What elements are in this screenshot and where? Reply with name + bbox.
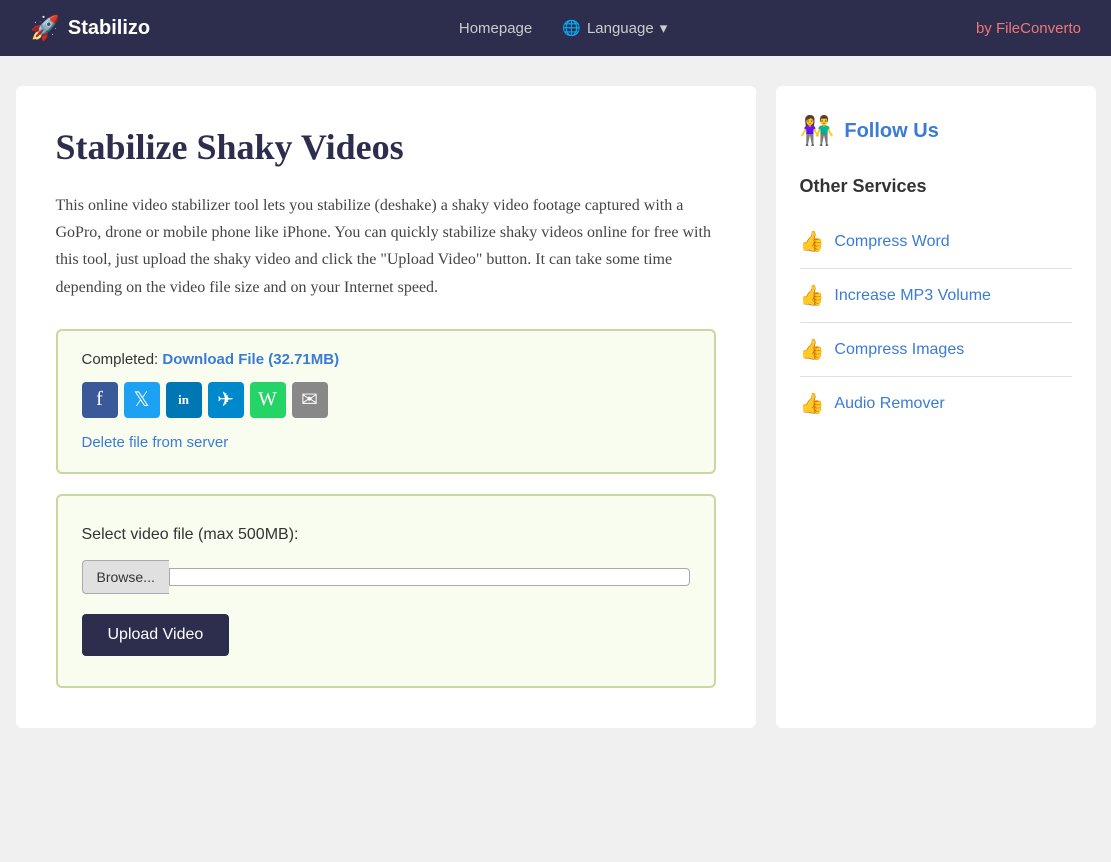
follow-us-link[interactable]: Follow Us: [844, 120, 938, 143]
linkedin-share-button[interactable]: in: [166, 382, 202, 418]
logo-text: Stabilizo: [68, 17, 150, 40]
compress-word-label: Compress Word: [834, 233, 949, 251]
service-compress-word[interactable]: 👍 Compress Word: [800, 215, 1072, 269]
delete-file-link[interactable]: Delete file from server: [82, 434, 229, 451]
whatsapp-icon: W: [258, 388, 277, 411]
completed-box: Completed: Download File (32.71MB) f 𝕏 i…: [56, 329, 716, 474]
completed-label: Completed: Download File (32.71MB): [82, 351, 690, 368]
file-name-display: [169, 568, 690, 586]
social-icons-row: f 𝕏 in ✈ W ✉: [82, 382, 690, 418]
audio-remover-label: Audio Remover: [834, 395, 944, 413]
service-compress-images[interactable]: 👍 Compress Images: [800, 323, 1072, 377]
upload-box: Select video file (max 500MB): Browse...…: [56, 494, 716, 688]
follow-us-row: 👫 Follow Us: [800, 114, 1072, 148]
compress-images-label: Compress Images: [834, 341, 964, 359]
browse-button[interactable]: Browse...: [82, 560, 169, 594]
globe-icon: 🌐: [562, 19, 581, 37]
byline-text: by FileConvert: [976, 20, 1073, 37]
navbar: 🚀 Stabilizo Homepage 🌐 Language ▾ by Fil…: [0, 0, 1111, 56]
service-audio-remover[interactable]: 👍 Audio Remover: [800, 377, 1072, 430]
email-share-button[interactable]: ✉: [292, 382, 328, 418]
main-content: Stabilize Shaky Videos This online video…: [16, 86, 756, 728]
facebook-icon: f: [96, 388, 103, 411]
file-input-row: Browse...: [82, 560, 690, 594]
page-wrapper: Stabilize Shaky Videos This online video…: [6, 86, 1106, 728]
chevron-down-icon: ▾: [660, 19, 668, 37]
page-description: This online video stabilizer tool lets y…: [56, 192, 716, 301]
service-increase-mp3[interactable]: 👍 Increase MP3 Volume: [800, 269, 1072, 323]
upload-video-button[interactable]: Upload Video: [82, 614, 230, 656]
download-link[interactable]: Download File (32.71MB): [162, 351, 339, 368]
increase-mp3-icon: 👍: [800, 283, 825, 308]
byline: by FileConverto: [976, 20, 1081, 37]
language-selector[interactable]: 🌐 Language ▾: [562, 19, 667, 37]
sidebar: 👫 Follow Us Other Services 👍 Compress Wo…: [776, 86, 1096, 728]
telegram-share-button[interactable]: ✈: [208, 382, 244, 418]
telegram-icon: ✈: [217, 387, 234, 412]
facebook-share-button[interactable]: f: [82, 382, 118, 418]
compress-images-icon: 👍: [800, 337, 825, 362]
twitter-icon: 𝕏: [133, 387, 149, 412]
language-label: Language: [587, 20, 654, 37]
audio-remover-icon: 👍: [800, 391, 825, 416]
follow-us-icon: 👫: [800, 114, 835, 148]
increase-mp3-label: Increase MP3 Volume: [834, 287, 991, 305]
homepage-link[interactable]: Homepage: [459, 20, 532, 37]
other-services-title: Other Services: [800, 176, 1072, 197]
linkedin-icon: in: [178, 392, 189, 408]
page-title: Stabilize Shaky Videos: [56, 126, 716, 168]
twitter-share-button[interactable]: 𝕏: [124, 382, 160, 418]
nav-center: Homepage 🌐 Language ▾: [459, 19, 667, 37]
logo-icon: 🚀: [30, 14, 60, 43]
upload-label: Select video file (max 500MB):: [82, 526, 690, 544]
logo: 🚀 Stabilizo: [30, 14, 150, 43]
whatsapp-share-button[interactable]: W: [250, 382, 286, 418]
compress-word-icon: 👍: [800, 229, 825, 254]
email-icon: ✉: [301, 387, 318, 412]
byline-highlight: o: [1073, 20, 1081, 37]
